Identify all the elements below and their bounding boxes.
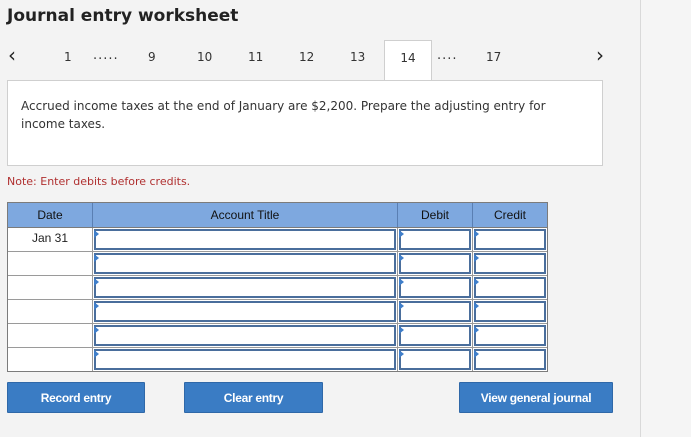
pager-ellipsis-left: ..... bbox=[93, 48, 119, 63]
debit-input[interactable] bbox=[399, 325, 471, 346]
page-link-1[interactable]: 1 bbox=[64, 50, 72, 64]
debit-input[interactable] bbox=[399, 349, 471, 370]
credit-input[interactable] bbox=[474, 229, 546, 250]
note-text: Note: Enter debits before credits. bbox=[7, 175, 191, 188]
credit-cell bbox=[473, 252, 547, 275]
table-header: Date Account Title Debit Credit bbox=[8, 203, 547, 228]
credit-cell bbox=[473, 300, 547, 323]
chevron-right-icon[interactable]: › bbox=[596, 45, 604, 65]
header-debit: Debit bbox=[398, 203, 473, 227]
view-general-journal-button[interactable]: View general journal bbox=[459, 382, 613, 413]
dropdown-marker-icon bbox=[399, 254, 404, 262]
table-row: Jan 31 bbox=[8, 228, 547, 252]
dropdown-marker-icon bbox=[399, 278, 404, 286]
question-pager: ‹ 1 ..... 9 10 11 12 13 14 .... 17 › bbox=[0, 40, 640, 81]
journal-table: Date Account Title Debit Credit Jan 31 bbox=[7, 202, 548, 372]
date-cell[interactable] bbox=[8, 252, 93, 275]
credit-cell bbox=[473, 324, 547, 347]
header-account-title: Account Title bbox=[93, 203, 398, 227]
header-credit: Credit bbox=[493, 208, 526, 222]
chevron-left-icon[interactable]: ‹ bbox=[8, 45, 16, 65]
dropdown-marker-icon bbox=[94, 350, 99, 358]
date-cell[interactable] bbox=[8, 324, 93, 347]
record-entry-button[interactable]: Record entry bbox=[7, 382, 145, 413]
dropdown-marker-icon bbox=[399, 302, 404, 310]
table-row bbox=[8, 324, 547, 348]
table-row bbox=[8, 300, 547, 324]
page-tab-active[interactable]: 14 bbox=[384, 40, 432, 81]
credit-input[interactable] bbox=[474, 253, 546, 274]
dropdown-marker-icon bbox=[94, 326, 99, 334]
account-title-cell bbox=[93, 276, 398, 299]
account-title-cell bbox=[93, 300, 398, 323]
dropdown-marker-icon bbox=[399, 350, 404, 358]
account-title-input[interactable] bbox=[94, 325, 396, 346]
page-link-17[interactable]: 17 bbox=[486, 50, 501, 64]
account-title-input[interactable] bbox=[94, 277, 396, 298]
debit-cell bbox=[398, 228, 473, 251]
dropdown-marker-icon bbox=[94, 278, 99, 286]
debit-cell bbox=[398, 324, 473, 347]
dropdown-marker-icon bbox=[94, 230, 99, 238]
page-title: Journal entry worksheet bbox=[7, 6, 239, 26]
dropdown-marker-icon bbox=[94, 254, 99, 262]
date-cell[interactable] bbox=[8, 276, 93, 299]
account-title-cell bbox=[93, 348, 398, 371]
account-title-input[interactable] bbox=[94, 229, 396, 250]
header-date: Date bbox=[8, 203, 93, 227]
account-title-cell bbox=[93, 324, 398, 347]
debit-input[interactable] bbox=[399, 253, 471, 274]
account-title-input[interactable] bbox=[94, 253, 396, 274]
question-box: Accrued income taxes at the end of Janua… bbox=[7, 80, 603, 166]
debit-cell bbox=[398, 348, 473, 371]
debit-input[interactable] bbox=[399, 301, 471, 322]
dropdown-marker-icon bbox=[94, 302, 99, 310]
page-link-10[interactable]: 10 bbox=[197, 50, 212, 64]
date-cell: Jan 31 bbox=[8, 228, 93, 251]
debit-input[interactable] bbox=[399, 277, 471, 298]
account-title-cell bbox=[93, 228, 398, 251]
account-title-input[interactable] bbox=[94, 301, 396, 322]
dropdown-marker-icon bbox=[474, 254, 479, 262]
table-row bbox=[8, 348, 547, 371]
worksheet-panel: Journal entry worksheet ‹ 1 ..... 9 10 1… bbox=[0, 0, 640, 437]
clear-entry-button[interactable]: Clear entry bbox=[184, 382, 323, 413]
debit-cell bbox=[398, 276, 473, 299]
credit-input[interactable] bbox=[474, 277, 546, 298]
panel-divider bbox=[640, 0, 641, 437]
date-cell[interactable] bbox=[8, 348, 93, 371]
date-cell[interactable] bbox=[8, 300, 93, 323]
dropdown-marker-icon bbox=[474, 302, 479, 310]
page-link-9[interactable]: 9 bbox=[148, 50, 156, 64]
dropdown-marker-icon bbox=[474, 350, 479, 358]
table-row bbox=[8, 252, 547, 276]
debit-cell bbox=[398, 252, 473, 275]
credit-input[interactable] bbox=[474, 349, 546, 370]
dropdown-marker-icon bbox=[474, 326, 479, 334]
pager-ellipsis-right: .... bbox=[437, 48, 458, 63]
debit-input[interactable] bbox=[399, 229, 471, 250]
debit-cell bbox=[398, 300, 473, 323]
credit-cell bbox=[473, 348, 547, 371]
page-link-12[interactable]: 12 bbox=[299, 50, 314, 64]
account-title-input[interactable] bbox=[94, 349, 396, 370]
credit-cell bbox=[473, 228, 547, 251]
dropdown-marker-icon bbox=[399, 326, 404, 334]
table-row bbox=[8, 276, 547, 300]
credit-input[interactable] bbox=[474, 301, 546, 322]
dropdown-marker-icon bbox=[399, 230, 404, 238]
dropdown-marker-icon bbox=[474, 278, 479, 286]
account-title-cell bbox=[93, 252, 398, 275]
credit-input[interactable] bbox=[474, 325, 546, 346]
page-link-11[interactable]: 11 bbox=[248, 50, 263, 64]
page-active-label: 14 bbox=[400, 51, 416, 65]
page-link-13[interactable]: 13 bbox=[350, 50, 365, 64]
dropdown-marker-icon bbox=[474, 230, 479, 238]
credit-cell bbox=[473, 276, 547, 299]
question-text: Accrued income taxes at the end of Janua… bbox=[21, 99, 546, 131]
